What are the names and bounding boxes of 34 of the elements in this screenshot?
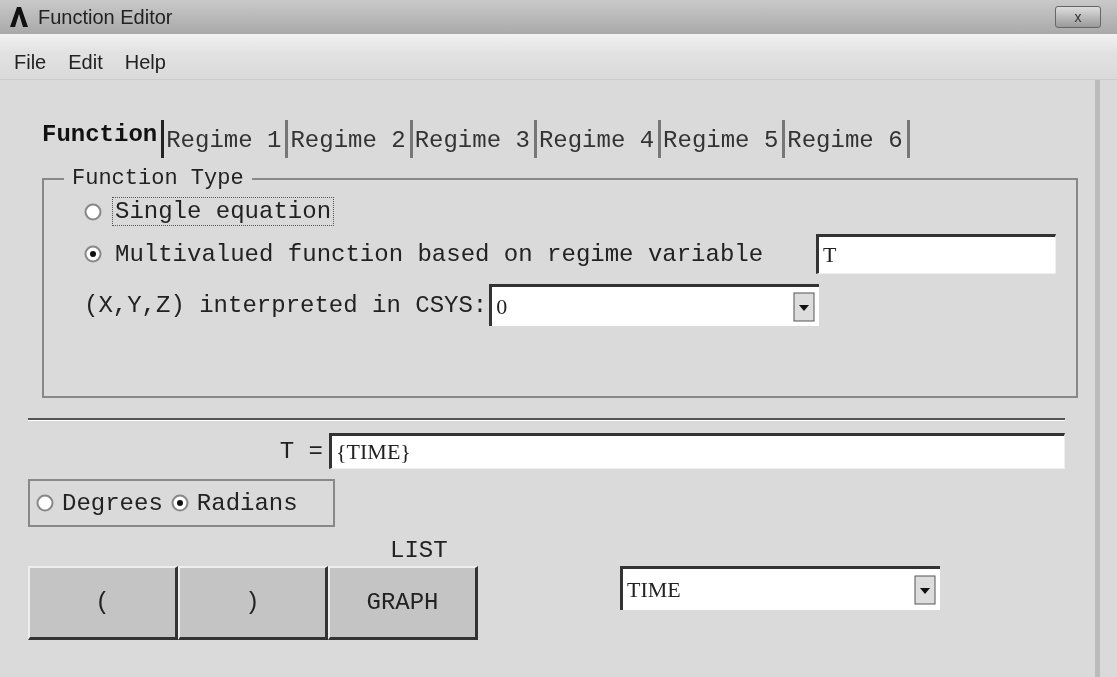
radio-button[interactable] bbox=[170, 494, 189, 512]
list-label: LIST bbox=[390, 537, 448, 564]
group-title: Function Type bbox=[71, 166, 245, 191]
tab[interactable]: Regime 3 bbox=[412, 120, 537, 158]
function-button[interactable]: ( bbox=[28, 566, 178, 640]
radio-label[interactable]: Degrees bbox=[62, 489, 163, 517]
equation-label: T = bbox=[279, 437, 323, 465]
dropdown-value: TIME bbox=[627, 576, 681, 603]
tab[interactable]: Regime 4 bbox=[536, 120, 662, 158]
tab[interactable]: Regime 2 bbox=[288, 120, 413, 158]
radio-button[interactable] bbox=[84, 245, 102, 263]
menu-item[interactable]: Edit bbox=[68, 51, 103, 74]
menu-item[interactable]: Help bbox=[124, 51, 166, 74]
app-logo-icon bbox=[8, 6, 30, 28]
equation-field[interactable]: {TIME} bbox=[329, 433, 1065, 469]
variable-dropdown[interactable]: TIME bbox=[620, 566, 940, 610]
tab[interactable]: Regime 1 bbox=[164, 120, 289, 158]
window-title: Function Editor bbox=[38, 5, 174, 29]
function-button[interactable]: ) bbox=[178, 566, 328, 640]
tab[interactable]: Regime 6 bbox=[785, 120, 910, 158]
close-button[interactable]: x bbox=[1055, 6, 1101, 28]
dropdown-value: 0 bbox=[496, 293, 508, 320]
radio-label[interactable]: Single equation bbox=[112, 197, 335, 226]
radio-label[interactable]: Radians bbox=[196, 489, 298, 517]
radio-button[interactable] bbox=[36, 494, 54, 512]
tab[interactable]: Function bbox=[40, 120, 165, 158]
radio-button[interactable] bbox=[84, 202, 102, 221]
menu-item[interactable]: File bbox=[14, 51, 47, 74]
function-button[interactable]: GRAPH bbox=[328, 566, 478, 640]
csys-label: (X,Y,Z) interpreted in CSYS: bbox=[84, 291, 488, 319]
tab[interactable]: Regime 5 bbox=[661, 120, 786, 158]
radio-label[interactable]: Multivalued function based on regime variable bbox=[112, 239, 767, 269]
regime-variable-field[interactable]: T bbox=[816, 234, 1057, 274]
csys-dropdown[interactable]: 0 bbox=[489, 284, 820, 326]
